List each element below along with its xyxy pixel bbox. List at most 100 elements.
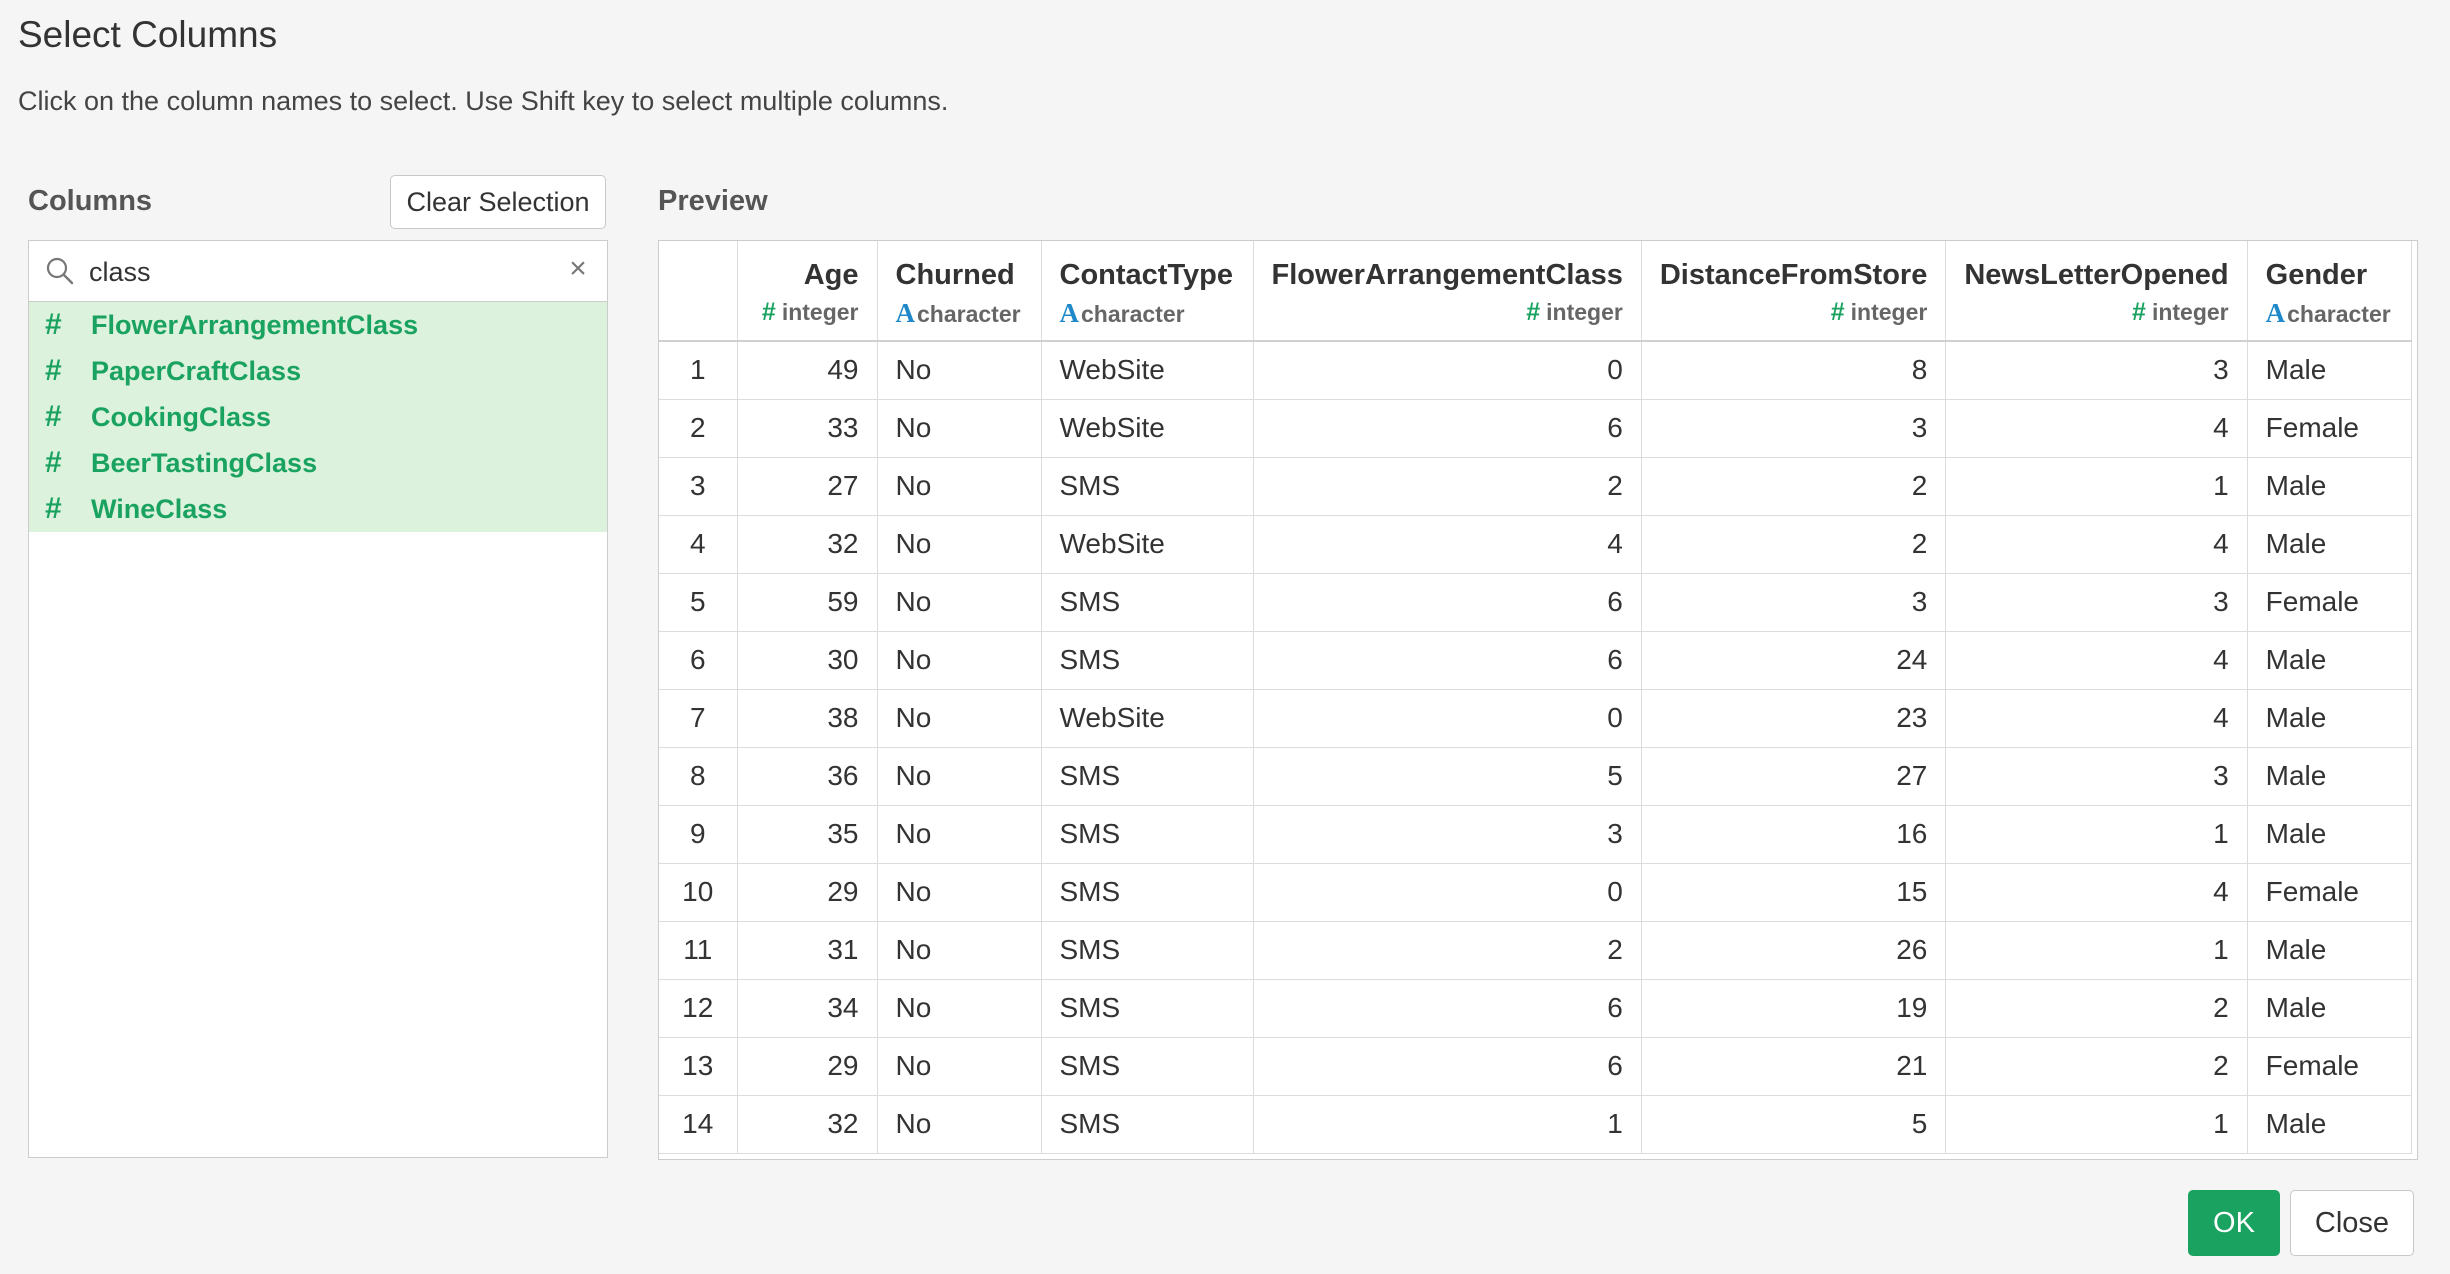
table-cell: 6 [1253,399,1642,458]
character-type-icon: A [1059,298,1080,328]
table-cell: 15 [1641,863,1947,922]
row-index-cell: 12 [659,979,738,1038]
search-box: × [29,241,607,302]
table-cell: No [877,341,1042,400]
column-header[interactable]: NewsLetterOpened # integer [1945,241,2248,342]
table-cell: 2 [1641,457,1947,516]
column-item[interactable]: # CookingClass [29,394,607,440]
table-cell: 1 [1945,805,2248,864]
row-index-cell: 11 [659,921,738,980]
column-header[interactable]: FlowerArrangementClass # integer [1253,241,1642,342]
integer-type-icon: # [761,298,776,326]
table-row: 12 34 No SMS 6 19 2 Male [659,979,2412,1038]
table-row: 13 29 No SMS 6 21 2 Female [659,1037,2412,1096]
column-header[interactable]: Gender Acharacter [2247,241,2412,342]
column-header-type: Acharacter [1060,298,1235,329]
column-list: # FlowerArrangementClass # PaperCraftClass #… [29,302,607,532]
columns-label: Columns [28,185,153,217]
table-cell: 3 [1945,341,2248,400]
search-icon [46,257,74,285]
table-row: 10 29 No SMS 0 15 4 Female [659,863,2412,922]
column-header-name: Age [803,259,859,291]
table-cell: 6 [1253,979,1642,1038]
preview-table-container[interactable]: Age # integer Churned Acharacter ContactType A… [658,240,2418,1160]
row-index-cell: 9 [659,805,738,864]
table-row: 6 30 No SMS 6 24 4 Male [659,631,2412,690]
table-cell: 4 [1945,515,2248,574]
table-cell: SMS [1041,631,1254,690]
column-item[interactable]: # WineClass [29,486,607,532]
table-cell: 27 [737,457,878,516]
row-index-cell: 10 [659,863,738,922]
table-cell: 27 [1641,747,1947,806]
table-cell: 3 [1253,805,1642,864]
table-cell: 6 [1253,631,1642,690]
table-cell: SMS [1041,1037,1254,1096]
table-cell: 2 [1945,979,2248,1038]
column-header[interactable]: ContactType Acharacter [1041,241,1254,342]
column-item-name: PaperCraftClass [91,355,302,386]
column-item[interactable]: # BeerTastingClass [29,440,607,486]
close-button[interactable]: Close [2290,1190,2414,1256]
row-index-cell: 2 [659,399,738,458]
table-cell: 8 [1641,341,1947,400]
table-cell: 1 [1945,457,2248,516]
table-cell: 0 [1253,863,1642,922]
table-cell: Male [2247,1095,2412,1154]
integer-type-icon: # [1830,298,1845,326]
table-row: 8 36 No SMS 5 27 3 Male [659,747,2412,806]
column-header-name: ContactType [1059,259,1233,291]
table-cell: 24 [1641,631,1947,690]
column-list-panel: × # FlowerArrangementClass # PaperCraftClas… [28,240,608,1158]
table-cell: 36 [737,747,878,806]
table-cell: No [877,631,1042,690]
column-type-label: character [1081,301,1185,327]
table-cell: No [877,573,1042,632]
column-item-name: FlowerArrangementClass [91,309,419,340]
table-cell: 29 [737,1037,878,1096]
table-cell: Male [2247,515,2412,574]
character-type-icon: A [895,298,916,328]
column-header[interactable]: Churned Acharacter [877,241,1042,342]
table-row: 1 49 No WebSite 0 8 3 Male [659,341,2412,400]
table-cell: 32 [737,1095,878,1154]
column-header[interactable]: DistanceFromStore # integer [1641,241,1947,342]
column-header-type: # integer [1272,298,1623,327]
column-item[interactable]: # FlowerArrangementClass [29,302,607,348]
table-cell: Male [2247,689,2412,748]
column-header[interactable]: Age # integer [737,241,878,342]
row-index-cell: 7 [659,689,738,748]
table-cell: No [877,1095,1042,1154]
column-type-label: integer [2151,299,2229,325]
table-cell: Female [2247,863,2412,922]
table-cell: No [877,863,1042,922]
column-item[interactable]: # PaperCraftClass [29,348,607,394]
table-cell: Male [2247,805,2412,864]
integer-type-icon: # [45,446,62,479]
table-cell: No [877,457,1042,516]
table-header-row: Age # integer Churned Acharacter ContactType A… [659,241,2412,342]
table-cell: 1 [1253,1095,1642,1154]
table-cell: 3 [1641,573,1947,632]
table-cell: No [877,515,1042,574]
dialog-subtitle: Click on the column names to select. Use… [18,86,949,116]
table-cell: 29 [737,863,878,922]
row-index-cell: 5 [659,573,738,632]
table-cell: Male [2247,979,2412,1038]
column-type-label: integer [1850,299,1928,325]
table-row: 7 38 No WebSite 0 23 4 Male [659,689,2412,748]
column-search-input[interactable] [87,249,531,295]
table-cell: 59 [737,573,878,632]
table-cell: SMS [1041,863,1254,922]
ok-button[interactable]: OK [2188,1190,2280,1256]
table-cell: No [877,1037,1042,1096]
table-row: 14 32 No SMS 1 5 1 Male [659,1095,2412,1154]
table-cell: 49 [737,341,878,400]
table-cell: 38 [737,689,878,748]
column-header-name: Churned [895,259,1015,291]
table-cell: No [877,689,1042,748]
column-header-name: Gender [2265,259,2368,291]
row-index-header [659,241,738,342]
close-icon[interactable]: × [563,254,593,284]
clear-selection-button[interactable]: Clear Selection [390,175,606,229]
